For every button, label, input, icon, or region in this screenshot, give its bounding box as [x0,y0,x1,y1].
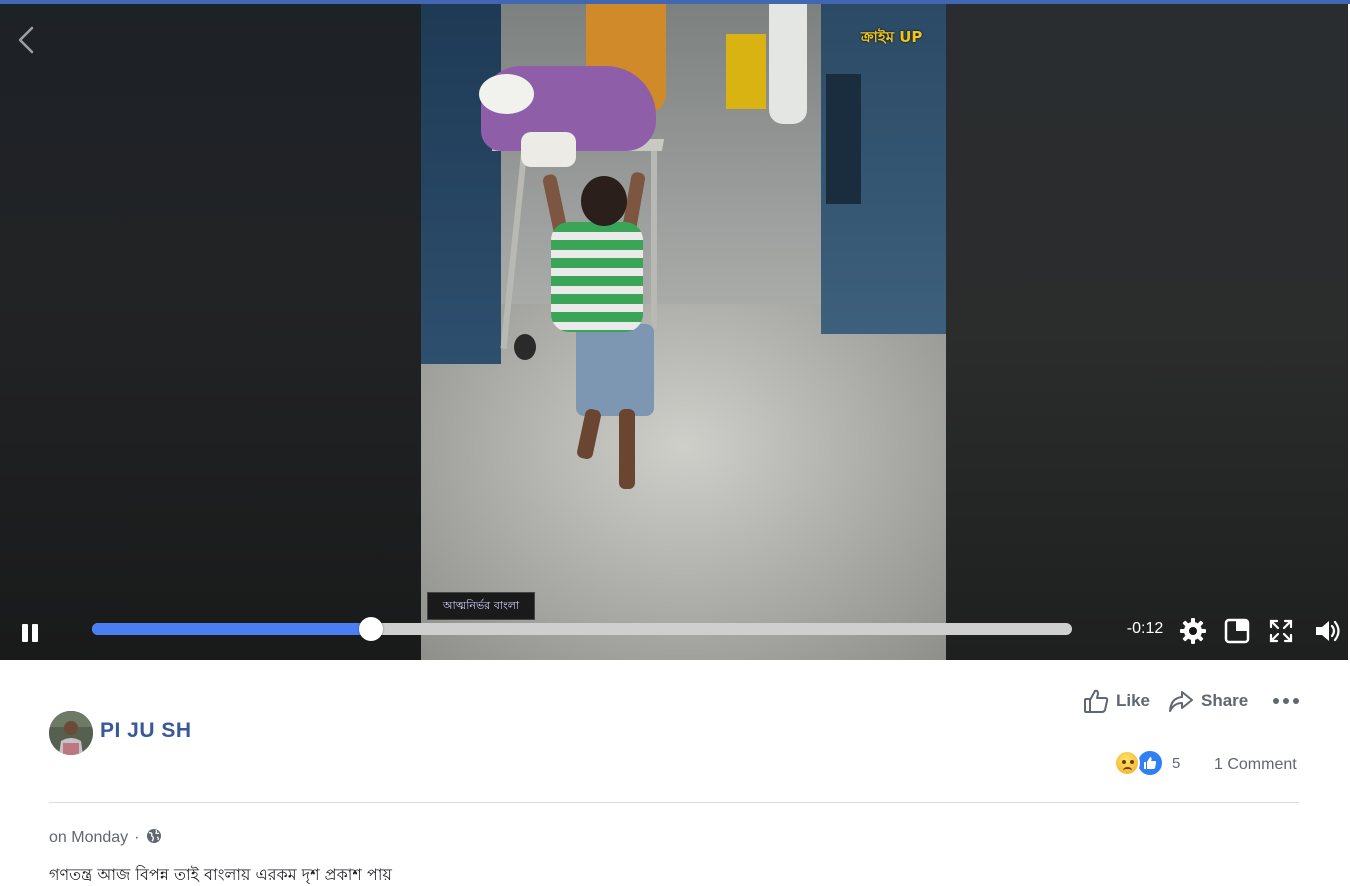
seek-handle[interactable] [359,617,384,641]
more-dots-icon [1273,698,1299,704]
reaction-count: 5 [1172,754,1181,772]
post-details: PI JU SH Like Share 5 1 Comment on Monda… [0,660,1350,886]
seek-bar[interactable] [92,617,1072,641]
avatar[interactable] [49,711,93,755]
back-arrow-icon[interactable] [12,20,40,60]
thumbs-up-icon [1082,687,1110,715]
share-button[interactable]: Share [1167,686,1257,716]
channel-logo: ক্রাইম UP [861,28,923,46]
globe-icon[interactable] [146,828,162,849]
more-options-button[interactable] [1270,686,1302,716]
player-controls: -0:12 [0,604,1348,660]
fullscreen-icon[interactable] [1266,616,1296,646]
video-player[interactable]: ক্রাইম UP আত্মনির্ভর বাংলা -0:12 [0,4,1348,660]
post-caption: গণতন্ত্র আজ বিপন্ন তাই বাংলায় এরকম দৃশ … [49,865,392,884]
post-meta: on Monday · [49,828,162,848]
player-backdrop-right [946,4,1348,660]
like-label: Like [1116,691,1151,710]
meta-separator: · [134,829,140,846]
like-button[interactable]: Like [1082,686,1156,716]
volume-icon[interactable] [1313,616,1343,646]
time-remaining: -0:12 [1126,620,1164,637]
pause-icon [22,624,28,642]
share-label: Share [1201,691,1249,710]
sad-reaction-icon [1114,750,1140,776]
post-timestamp[interactable]: on Monday [49,829,128,847]
video-frame[interactable]: ক্রাইম UP আত্মনির্ভর বাংলা [421,4,946,660]
settings-gear-icon[interactable] [1178,616,1208,646]
like-reaction-icon [1136,749,1164,777]
divider [49,802,1299,803]
pause-button[interactable] [14,618,44,648]
picture-in-picture-icon[interactable] [1222,616,1252,646]
player-backdrop-left [0,4,421,660]
share-arrow-icon [1167,687,1195,715]
reactions-summary[interactable]: 5 [1114,748,1180,778]
seek-progress [92,623,372,635]
comments-link[interactable]: 1 Comment [1214,756,1297,776]
author-name[interactable]: PI JU SH [100,719,192,745]
